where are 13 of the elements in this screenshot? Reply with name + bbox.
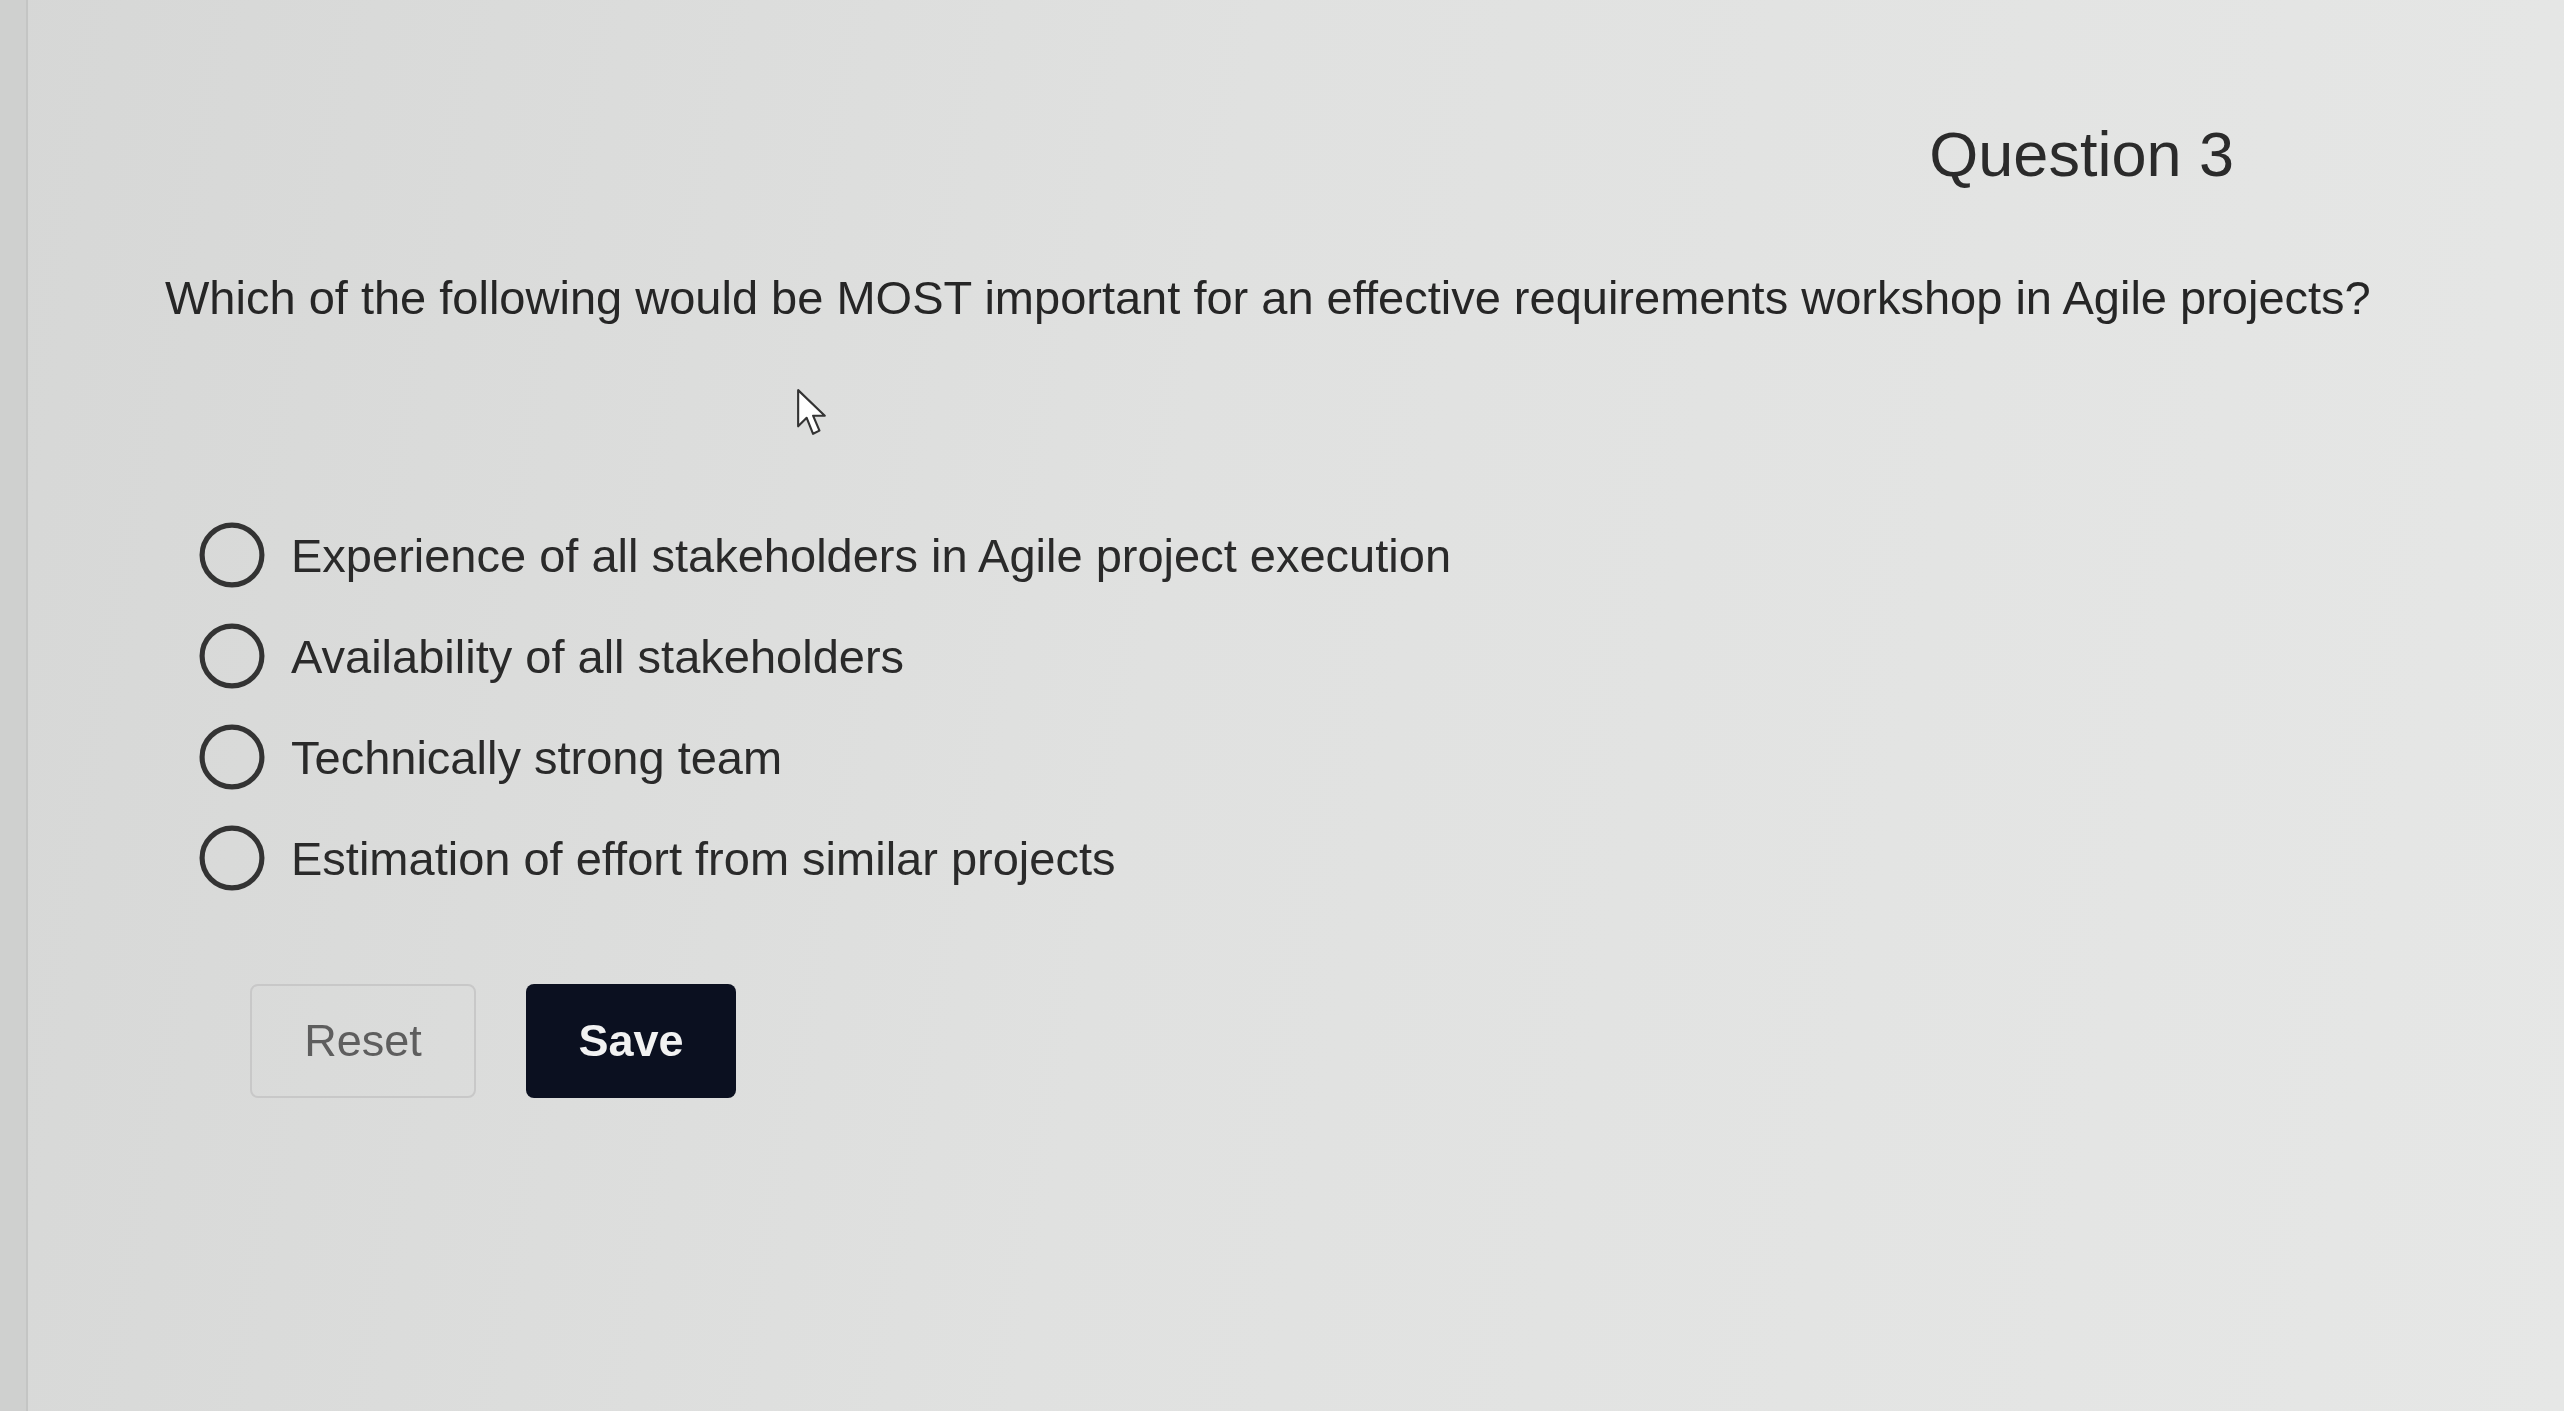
question-text: Which of the following would be MOST important for an effective requirements workshop in Agile projects? — [165, 270, 2371, 326]
radio-button-icon[interactable] — [199, 724, 265, 790]
save-button[interactable]: Save — [526, 984, 736, 1098]
radio-button-icon[interactable] — [199, 825, 265, 891]
answer-option[interactable]: Experience of all stakeholders in Agile project execution — [199, 522, 1451, 588]
answer-option[interactable]: Availability of all stakeholders — [199, 623, 905, 689]
answer-option[interactable]: Estimation of effort from similar projects — [199, 825, 1116, 891]
radio-button-icon[interactable] — [199, 623, 265, 689]
reset-button[interactable]: Reset — [250, 984, 476, 1098]
radio-button-icon[interactable] — [199, 522, 265, 588]
question-title: Question 3 — [1929, 118, 2234, 190]
mouse-pointer-icon — [796, 388, 828, 437]
answer-option[interactable]: Technically strong team — [199, 724, 783, 790]
